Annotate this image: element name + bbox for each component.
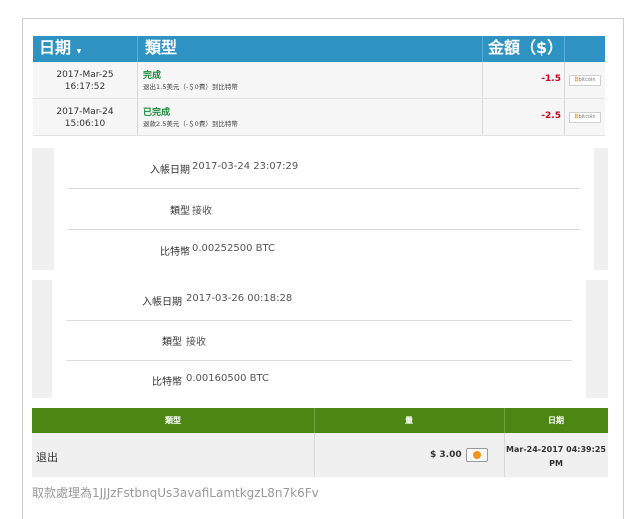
header-divider — [564, 36, 565, 62]
detail-row-btc: 比特幣 0.00160500 BTC — [66, 360, 572, 400]
deposit-detail-body: 入帳日期 2017-03-24 23:07:29 類型 接收 比特幣 0.002… — [54, 148, 594, 270]
date-column-header: 日期 — [548, 416, 564, 425]
header-divider — [482, 36, 483, 62]
header-divider — [504, 408, 505, 433]
header-divider — [137, 36, 138, 62]
type-column-header: 類型 — [145, 38, 178, 57]
transaction-date: 2017-Mar-25 16:17:52 — [56, 70, 114, 92]
amount-column-header: 金額（$） — [488, 38, 564, 57]
detail-label: 類型 — [162, 337, 182, 348]
row-divider — [564, 62, 565, 98]
payout-amount: $ 3.00 — [430, 450, 462, 460]
transactions-header: 日期 ▼ 類型 金額（$） — [33, 36, 605, 62]
deposit-detail-panel: 入帳日期 2017-03-24 23:07:29 類型 接收 比特幣 0.002… — [32, 148, 608, 270]
table-row[interactable]: 2017-Mar-25 16:17:52 完成 退出1.5美元（-＄0費）到比特… — [33, 62, 605, 99]
detail-label: 比特幣 — [152, 377, 182, 388]
transaction-description: 退出1.5美元（-＄0費）到比特幣 — [143, 83, 238, 91]
detail-row-date: 入帳日期 2017-03-26 00:18:28 — [66, 280, 572, 321]
transactions-table: 日期 ▼ 類型 金額（$） 2017-Mar-25 16:17:52 完成 退出… — [33, 36, 605, 136]
detail-row-btc: 比特幣 0.00252500 BTC — [68, 230, 580, 270]
detail-value: 2017-03-26 00:18:28 — [186, 293, 293, 304]
row-divider — [314, 433, 315, 477]
amount-column-header: 量 — [405, 416, 413, 425]
detail-label: 入帳日期 — [142, 297, 182, 308]
transaction-status: 已完成 — [143, 108, 171, 118]
payout-date: Mar-24-2017 04:39:25 PM — [506, 445, 606, 468]
table-row[interactable]: 退出 $ 3.00 Mar-24-2017 04:39:25 PM — [32, 433, 608, 477]
detail-value: 接收 — [192, 206, 212, 217]
row-divider — [137, 99, 138, 135]
deposit-detail-panel: 入帳日期 2017-03-26 00:18:28 類型 接收 比特幣 0.001… — [32, 280, 608, 398]
deposit-detail-body: 入帳日期 2017-03-26 00:18:28 類型 接收 比特幣 0.001… — [52, 280, 586, 398]
row-divider — [482, 62, 483, 98]
detail-row-date: 入帳日期 2017-03-24 23:07:29 — [68, 148, 580, 189]
transaction-date: 2017-Mar-24 15:06:10 — [56, 107, 114, 129]
detail-value: 2017-03-24 23:07:29 — [192, 161, 299, 172]
detail-row-type: 類型 接收 — [66, 320, 572, 361]
transaction-description: 退款2.5美元（-＄0費）到比特幣 — [143, 120, 238, 128]
detail-label: 比特幣 — [160, 247, 190, 258]
detail-value: 0.00252500 BTC — [192, 243, 275, 254]
screenshot-frame: 日期 ▼ 類型 金額（$） 2017-Mar-25 16:17:52 完成 退出… — [0, 0, 640, 519]
table-row[interactable]: 2017-Mar-24 15:06:10 已完成 退款2.5美元（-＄0費）到比… — [33, 99, 605, 136]
detail-value: 接收 — [186, 337, 206, 348]
row-divider — [482, 99, 483, 135]
header-divider — [314, 408, 315, 433]
transaction-amount: -1.5 — [541, 74, 561, 84]
transaction-status: 完成 — [143, 71, 162, 81]
detail-row-type: 類型 接收 — [68, 189, 580, 230]
detail-value: 0.00160500 BTC — [186, 373, 269, 384]
row-divider — [137, 62, 138, 98]
type-column-header: 類型 — [165, 416, 181, 425]
detail-label: 類型 — [170, 206, 190, 217]
row-divider — [504, 433, 505, 477]
row-divider — [564, 99, 565, 135]
bitcoin-coin-icon — [466, 448, 488, 462]
payouts-header: 類型 量 日期 — [32, 408, 608, 433]
payout-address-note: 取款處理為1JJJzFstbnqUs3avafiLamtkgzL8n7k6Fv — [32, 486, 319, 500]
bitcoin-logo-icon: ₿bitcoin — [569, 112, 601, 123]
bitcoin-logo-icon: ₿bitcoin — [569, 75, 601, 86]
payout-type: 退出 — [36, 451, 58, 464]
detail-label: 入帳日期 — [150, 165, 190, 176]
date-column-header[interactable]: 日期 ▼ — [39, 36, 81, 62]
transaction-amount: -2.5 — [541, 111, 561, 121]
sort-down-icon: ▼ — [76, 48, 82, 55]
